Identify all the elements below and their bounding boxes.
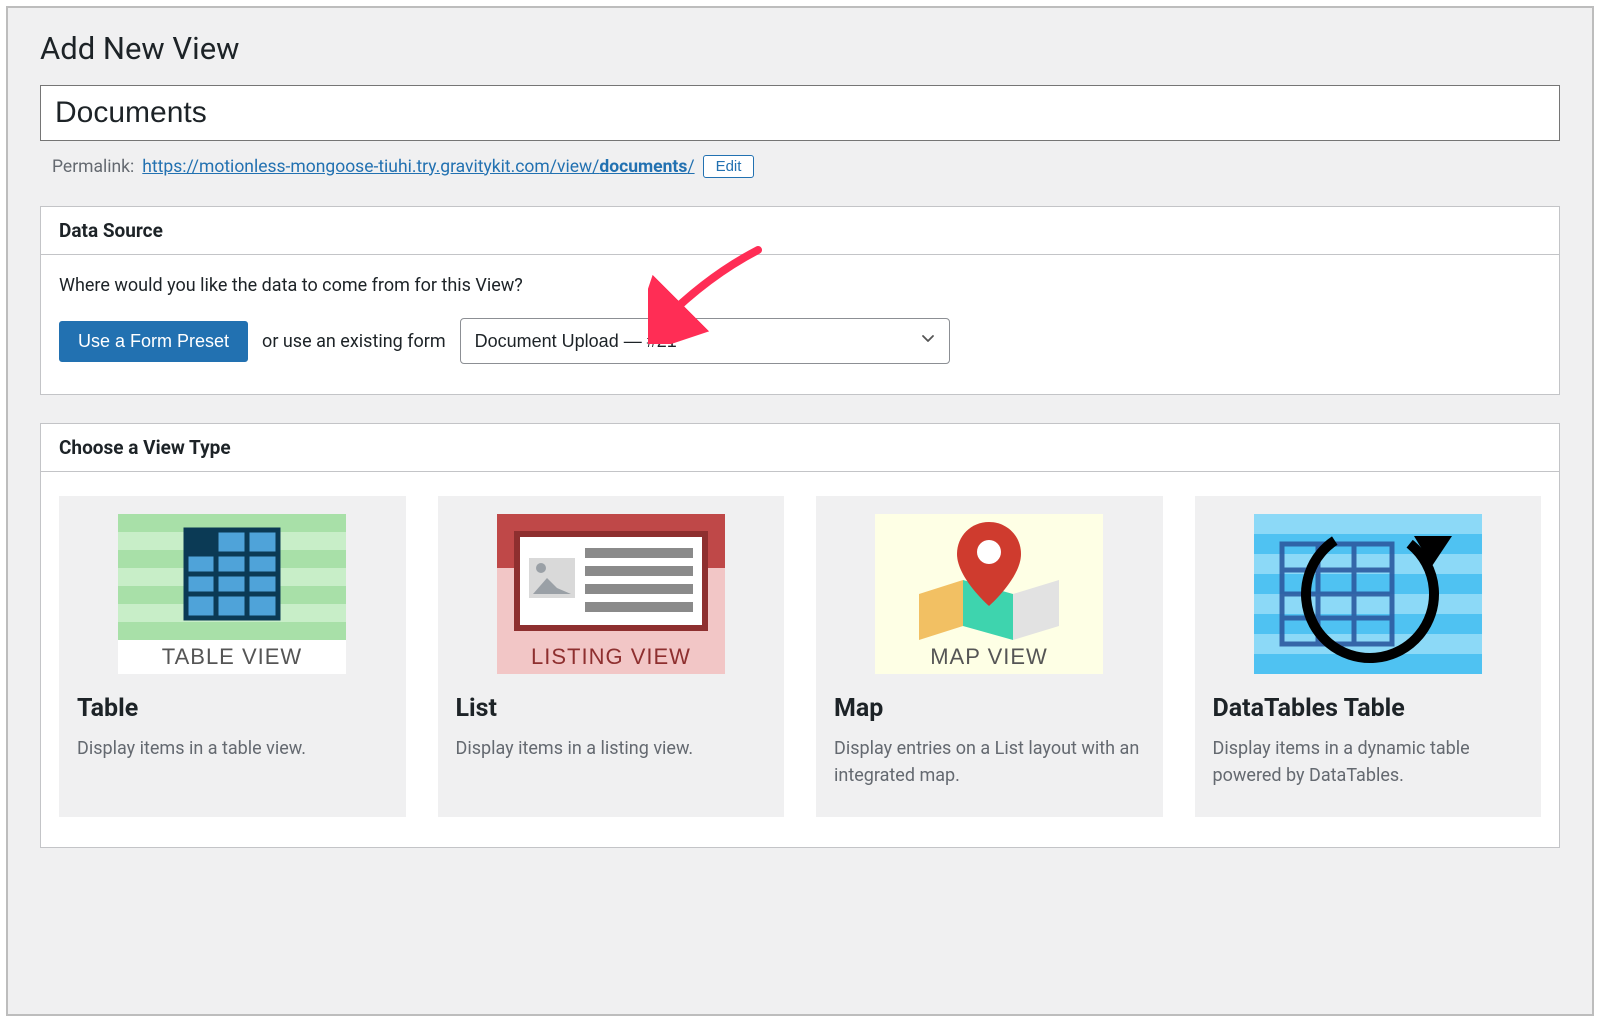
choose-view-type-heading: Choose a View Type bbox=[41, 424, 1559, 472]
view-title-input[interactable] bbox=[40, 85, 1560, 141]
view-type-card-datatables[interactable]: DataTables Table Display items in a dyna… bbox=[1195, 496, 1542, 817]
svg-text:LISTING VIEW: LISTING VIEW bbox=[531, 644, 691, 669]
view-type-card-table[interactable]: TABLE VIEW Table Display items in a tabl… bbox=[59, 496, 406, 817]
use-form-preset-button[interactable]: Use a Form Preset bbox=[59, 321, 248, 362]
data-source-panel: Data Source Where would you like the dat… bbox=[40, 206, 1560, 395]
view-type-title: List bbox=[456, 694, 767, 723]
view-type-title: DataTables Table bbox=[1213, 694, 1524, 723]
permalink-row: Permalink: https://motionless-mongoose-t… bbox=[52, 155, 1560, 178]
view-type-desc: Display items in a dynamic table powered… bbox=[1213, 735, 1524, 789]
view-type-title: Map bbox=[834, 694, 1145, 723]
existing-form-select[interactable]: Document Upload — #21 bbox=[460, 318, 950, 364]
datatables-view-thumb bbox=[1213, 514, 1524, 674]
view-type-desc: Display items in a table view. bbox=[77, 735, 388, 762]
list-view-thumb: LISTING VIEW bbox=[456, 514, 767, 674]
svg-text:TABLE VIEW: TABLE VIEW bbox=[162, 644, 302, 669]
data-source-heading: Data Source bbox=[41, 207, 1559, 255]
data-source-prompt: Where would you like the data to come fr… bbox=[59, 275, 1541, 296]
view-type-desc: Display items in a listing view. bbox=[456, 735, 767, 762]
view-type-title: Table bbox=[77, 694, 388, 723]
permalink-link[interactable]: https://motionless-mongoose-tiuhi.try.gr… bbox=[142, 157, 694, 177]
map-view-thumb: MAP VIEW bbox=[834, 514, 1145, 674]
page-title: Add New View bbox=[40, 30, 1560, 67]
svg-text:MAP VIEW: MAP VIEW bbox=[930, 644, 1048, 669]
or-use-existing-text: or use an existing form bbox=[262, 331, 446, 352]
view-type-desc: Display entries on a List layout with an… bbox=[834, 735, 1145, 789]
table-view-thumb: TABLE VIEW bbox=[77, 514, 388, 674]
view-type-card-map[interactable]: MAP VIEW Map Display entries on a List l… bbox=[816, 496, 1163, 817]
permalink-label: Permalink: bbox=[52, 157, 134, 177]
choose-view-type-panel: Choose a View Type bbox=[40, 423, 1560, 848]
view-type-card-list[interactable]: LISTING VIEW List Display items in a lis… bbox=[438, 496, 785, 817]
edit-slug-button[interactable]: Edit bbox=[703, 155, 755, 178]
